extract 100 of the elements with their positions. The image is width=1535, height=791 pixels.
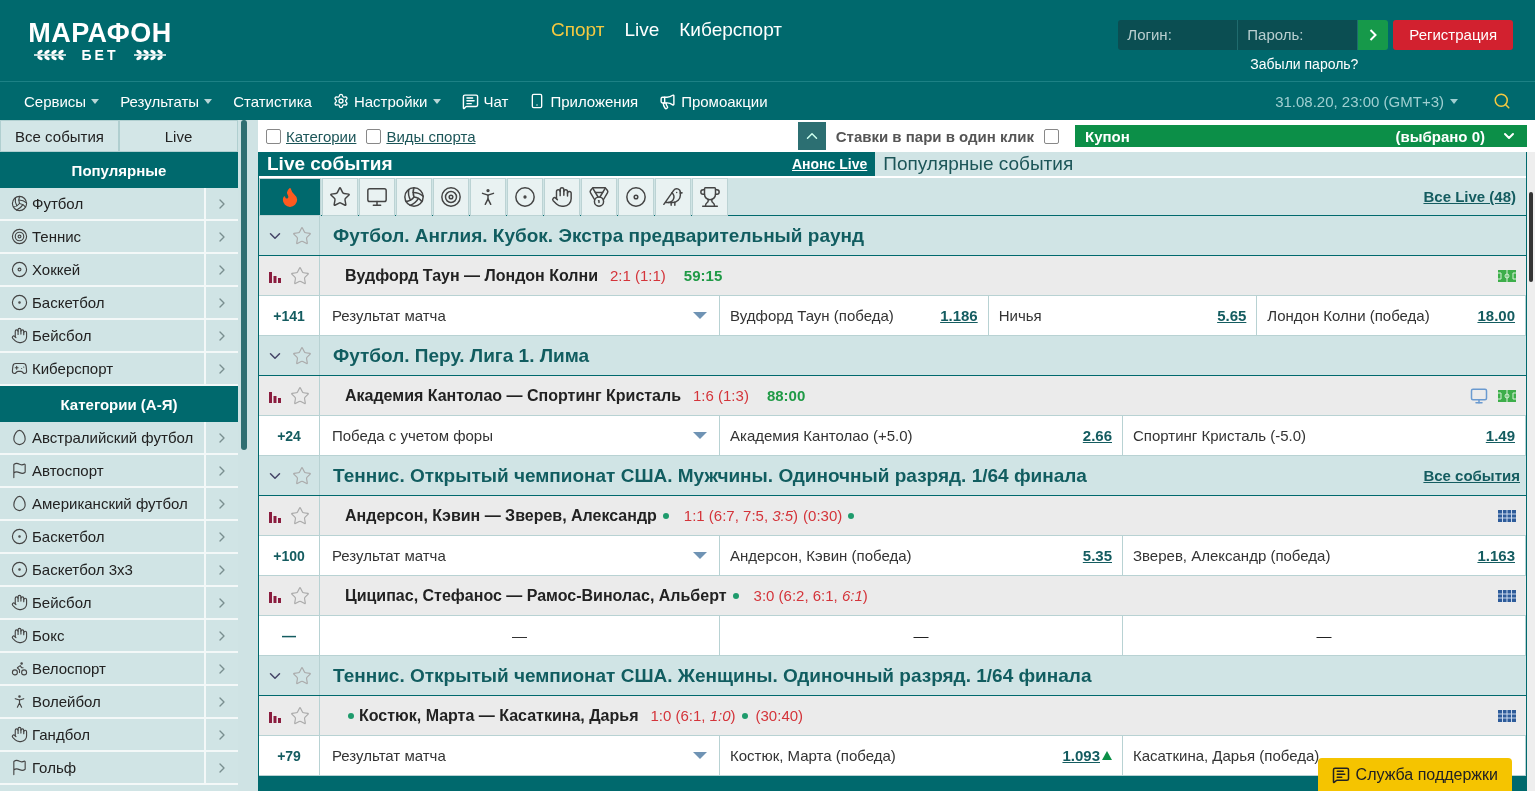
section-header: Популярные xyxy=(0,152,238,188)
match-teams[interactable]: Андерсон, Кэвин — Зверев, Александр xyxy=(320,506,657,525)
field-icon[interactable] xyxy=(1498,389,1516,402)
timezone-dropdown[interactable]: 31.08.20, 23:00 (GMT+3) xyxy=(1275,92,1458,110)
section-header: Категории (А-Я) xyxy=(0,386,238,422)
password-field[interactable]: Пароль: xyxy=(1238,19,1359,50)
sport-filter-button[interactable] xyxy=(433,177,469,216)
login-button[interactable] xyxy=(1358,19,1389,50)
ball-icon xyxy=(10,528,28,545)
sport-filter-button[interactable] xyxy=(655,177,691,216)
sport-label: Австралийский футбол xyxy=(32,429,195,446)
nav-tab[interactable]: Спорт xyxy=(551,18,605,41)
star-icon[interactable] xyxy=(290,265,310,286)
sidebar-item[interactable]: Австралийский футбол xyxy=(0,422,238,455)
menu-item[interactable]: Промоакции xyxy=(659,92,768,110)
nav-tab[interactable]: Киберспорт xyxy=(679,18,782,41)
forgot-password-link[interactable]: Забыли пароль? xyxy=(1250,55,1359,72)
match-score: 3:0 (6:2, 6:1, 6:1) xyxy=(753,587,868,604)
sidebar-item[interactable]: Хоккей xyxy=(0,254,238,287)
sidebar-item[interactable]: Киберспорт xyxy=(0,353,238,386)
section-tab[interactable]: Live события xyxy=(259,152,784,176)
menu-item[interactable]: Результаты xyxy=(120,92,213,110)
sidebar-item[interactable]: Американский футбол xyxy=(0,488,238,521)
match-teams[interactable]: Академия Кантолао — Спортинг Кристаль xyxy=(320,386,681,405)
sport-label: Гольф xyxy=(32,759,78,776)
court-icon[interactable] xyxy=(1498,509,1516,522)
filter-checkbox[interactable]: Виды спорта xyxy=(366,127,476,145)
search-button[interactable] xyxy=(1493,92,1511,110)
menu-item[interactable]: Сервисы xyxy=(24,92,100,110)
ball-icon xyxy=(403,185,425,208)
sport-filter-button[interactable] xyxy=(692,177,728,216)
star-icon[interactable] xyxy=(292,665,312,686)
sidebar-item[interactable]: Футбол xyxy=(0,188,238,221)
sport-filter-button[interactable] xyxy=(359,177,395,216)
star-icon[interactable] xyxy=(292,345,312,366)
bird-icon xyxy=(662,185,684,208)
announce-link[interactable]: Анонс Live xyxy=(784,152,876,176)
sidebar-item[interactable]: Баскетбол xyxy=(0,521,238,554)
league-title: Футбол. Перу. Лига 1. Лима xyxy=(332,343,590,368)
all-events-link[interactable]: Все события xyxy=(1423,467,1520,484)
sport-filter-button[interactable] xyxy=(259,177,321,216)
menu-item[interactable]: Чат xyxy=(461,92,509,110)
court-icon[interactable] xyxy=(1498,589,1516,602)
nav-tab[interactable]: Live xyxy=(624,18,660,41)
sport-filter-button[interactable] xyxy=(470,177,506,216)
laurel-icon xyxy=(132,48,169,61)
sidebar-item[interactable]: Велоспорт xyxy=(0,653,238,686)
sidebar-item[interactable]: Теннис xyxy=(0,221,238,254)
register-button[interactable]: Регистрация xyxy=(1393,19,1513,50)
sidebar-item[interactable]: Баскетбол xyxy=(0,287,238,320)
sport-filter-button[interactable] xyxy=(581,177,617,216)
match-teams[interactable]: Циципас, Стефанос — Рамос-Винолас, Альберт xyxy=(320,586,727,605)
sidebar-item[interactable]: Бокс xyxy=(0,620,238,653)
collapse-button[interactable] xyxy=(797,122,826,150)
coupon-bar[interactable]: Купон (выбрано 0) xyxy=(1075,125,1527,147)
sport-filter-button[interactable] xyxy=(544,177,580,216)
star-icon[interactable] xyxy=(292,225,312,246)
sport-filter-button[interactable] xyxy=(618,177,654,216)
sport-label: Киберспорт xyxy=(32,360,115,377)
sidebar-item[interactable]: Гандбол xyxy=(0,719,238,752)
ball-icon xyxy=(514,185,536,208)
sidebar-item[interactable]: Гольф xyxy=(0,752,238,785)
star-icon[interactable] xyxy=(290,505,310,526)
star-icon[interactable] xyxy=(290,585,310,606)
sidebar-tab[interactable]: Все события xyxy=(0,120,119,152)
star-icon[interactable] xyxy=(290,385,310,406)
sidebar-item[interactable]: Волейбол xyxy=(0,686,238,719)
match-teams[interactable]: Вудфорд Таун — Лондон Колни xyxy=(320,266,598,285)
login-field[interactable]: Логин: xyxy=(1118,19,1239,50)
sidebar-item[interactable]: Бейсбол xyxy=(0,587,238,620)
menu-item[interactable]: Статистика xyxy=(233,92,312,110)
menu-item[interactable]: Приложения xyxy=(529,92,639,110)
match-teams[interactable]: Костюк, Марта — Касаткина, Дарья xyxy=(357,706,639,725)
support-toast[interactable]: Служба поддержки xyxy=(1317,758,1512,791)
court-icon[interactable] xyxy=(1498,709,1516,722)
all-live-link[interactable]: Все Live (48) xyxy=(1423,188,1516,205)
search-icon xyxy=(1493,92,1511,110)
sport-label: Бокс xyxy=(32,627,66,644)
filter-checkbox[interactable]: Категории xyxy=(266,127,357,145)
sport-filter-button[interactable] xyxy=(396,177,432,216)
scrollbar[interactable] xyxy=(1527,152,1535,791)
sidebar-tab[interactable]: Live xyxy=(119,120,238,152)
field-icon[interactable] xyxy=(1498,269,1516,282)
disc-icon xyxy=(10,261,28,278)
disc-icon xyxy=(625,185,647,208)
sidebar-item[interactable]: Баскетбол 3x3 xyxy=(0,554,238,587)
menu-item[interactable]: Настройки xyxy=(332,92,441,110)
logo[interactable]: МАРАФОН БЕТ xyxy=(24,18,176,63)
sport-filter-button[interactable] xyxy=(322,177,358,216)
game-score: (30:40) xyxy=(755,707,804,724)
hand-icon xyxy=(10,594,28,611)
chat-icon xyxy=(461,92,479,110)
sidebar-item[interactable]: Бейсбол xyxy=(0,320,238,353)
gear-icon xyxy=(332,93,349,109)
sidebar-item[interactable]: Автоспорт xyxy=(0,455,238,488)
one-click-checkbox[interactable] xyxy=(1044,128,1059,144)
star-icon[interactable] xyxy=(290,705,310,726)
scrollbar[interactable] xyxy=(238,120,258,791)
sport-filter-button[interactable] xyxy=(507,177,543,216)
star-icon[interactable] xyxy=(292,465,312,486)
